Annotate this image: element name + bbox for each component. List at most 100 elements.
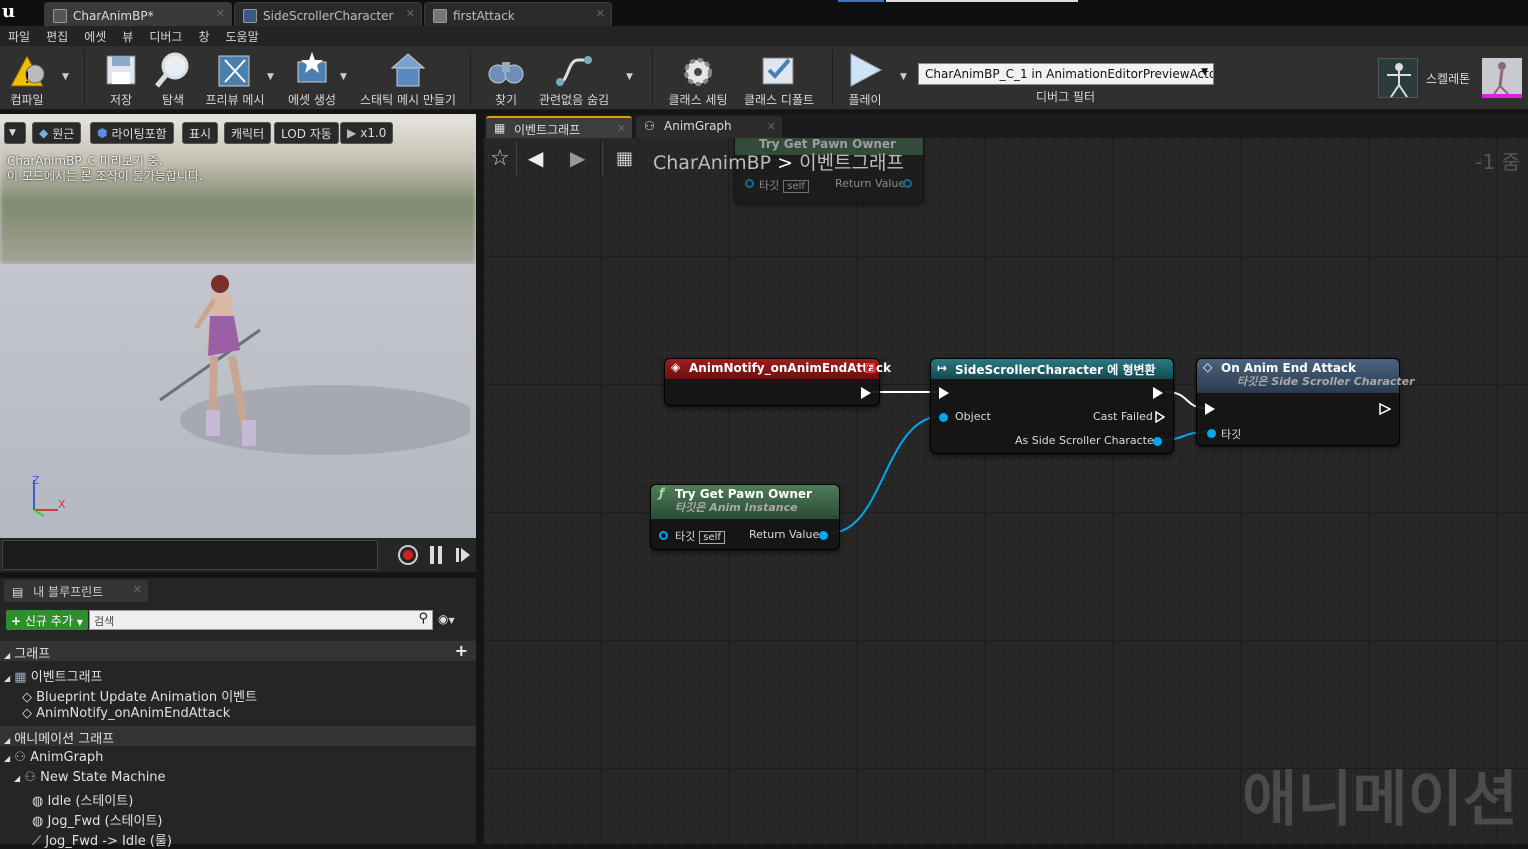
object-pin-label: Object (955, 410, 991, 423)
toolbar-separator (470, 50, 471, 106)
create-asset-arrow-icon[interactable]: ▼ (340, 72, 347, 82)
tab-anim-graph[interactable]: ⚇ AnimGraph ✕ (636, 116, 782, 138)
create-asset-label: 에셋 생성 (288, 93, 336, 107)
collapse-arrow-icon: ◢ (4, 736, 11, 745)
return-value-pin[interactable] (819, 531, 828, 540)
menu-asset[interactable]: 에셋 (76, 26, 114, 46)
class-defaults-label: 클래스 디폴트 (743, 93, 815, 107)
exec-out-pin[interactable] (1153, 387, 1163, 399)
anim-notify-event-node[interactable]: ◈ AnimNotify_onAnimEndAttack (664, 358, 891, 406)
try-get-pawn-owner-node[interactable]: ƒ Try Get Pawn Owner 타깃은 Anim Instance 타… (650, 484, 840, 550)
cast-node-header: ↦ SideScrollerCharacter 에 형변환 (931, 359, 1173, 379)
step-forward-button[interactable] (456, 546, 470, 564)
tree-item-transition-rule[interactable]: ⟋ Jog_Fwd -> Idle (룰) (32, 830, 172, 849)
exec-in-pin[interactable] (1205, 403, 1215, 415)
close-icon[interactable]: ✕ (133, 583, 142, 596)
event-graph-canvas[interactable]: Try Get Pawn Owner 타깃 self Return Value ☆… (484, 138, 1528, 844)
exec-out-pin[interactable] (861, 387, 871, 399)
browse-button[interactable]: 탐색 (150, 48, 196, 108)
playback-speed-button[interactable]: ▶ x1.0 (340, 122, 394, 144)
blueprint-search-input[interactable]: 검색 ⚲ (89, 610, 433, 630)
menu-file[interactable]: 파일 (0, 26, 38, 46)
preview-mesh-arrow-icon[interactable]: ▼ (267, 72, 274, 82)
tab-event-graph[interactable]: ▦ 이벤트그래프 ✕ (486, 116, 632, 138)
mesh-mode-button[interactable] (1482, 58, 1522, 98)
make-static-mesh-button[interactable]: 스태틱 메시 만들기 (356, 48, 460, 108)
delegate-pin-icon[interactable] (865, 363, 875, 373)
lighting-button[interactable]: ⬢ 라이팅포함 (90, 122, 174, 144)
cast-to-character-node[interactable]: ↦ SideScrollerCharacter 에 형변환 Object Cas… (930, 358, 1174, 454)
character-button[interactable]: 캐릭터 (224, 122, 272, 144)
close-icon[interactable]: ✕ (406, 7, 415, 20)
tree-item-event-graph[interactable]: ◢ ▦ 이벤트그래프 (4, 666, 103, 685)
class-settings-button[interactable]: 클래스 세팅 (664, 48, 732, 108)
toolbar-separator (652, 50, 653, 106)
tab-label: firstAttack (453, 8, 515, 23)
self-target-pin[interactable] (659, 531, 668, 540)
play-button[interactable]: 플레이 (842, 48, 888, 108)
cast-failed-pin[interactable] (1155, 411, 1165, 423)
on-anim-end-attack-node[interactable]: ◇ On Anim End Attack 타깃은 Side Scroller C… (1196, 358, 1415, 446)
my-blueprint-tab-label: 내 블루프린트 (33, 585, 104, 599)
montage-icon (433, 8, 447, 23)
compile-options-arrow-icon[interactable]: ▼ (62, 72, 69, 82)
save-button[interactable]: 저장 (98, 48, 144, 108)
menu-help[interactable]: 도움말 (218, 26, 267, 46)
play-label: 플레이 (848, 93, 882, 107)
lod-button[interactable]: LOD 자동 (274, 122, 339, 144)
exec-in-pin[interactable] (939, 387, 949, 399)
menu-debug[interactable]: 디버그 (141, 26, 190, 46)
show-button[interactable]: 표시 (182, 122, 219, 144)
lod-label: LOD 자동 (281, 126, 332, 141)
add-graph-plus-icon[interactable]: + (455, 641, 468, 660)
as-character-output-pin[interactable] (1153, 437, 1162, 446)
find-button[interactable]: 찾기 (484, 48, 528, 108)
menu-edit[interactable]: 편집 (38, 26, 76, 46)
tree-item-state[interactable]: ◍ Idle (스테이트) (32, 790, 133, 809)
compile-button[interactable]: ! 컴파일 (4, 48, 50, 108)
transition-rule-label: Jog_Fwd -> Idle (룰) (45, 834, 172, 849)
preview-viewport[interactable]: ▼ ◆ 원근 ⬢ 라이팅포함 표시 캐릭터 LOD 자동 ▶ x1.0 Char… (0, 114, 476, 538)
visibility-options-button[interactable]: ◉▼ (438, 612, 455, 626)
magnifier-icon (153, 50, 193, 90)
skeleton-mode-button[interactable] (1378, 58, 1418, 98)
tab-sidescrollercharacter[interactable]: SideScrollerCharacter ✕ (234, 2, 422, 26)
class-defaults-button[interactable]: 클래스 디폴트 (740, 48, 818, 108)
graphs-section-header[interactable]: ◢ 그래프 + (0, 641, 476, 662)
debug-object-select[interactable]: CharAnimBP_C_1 in AnimationEditorPreview… (918, 63, 1214, 85)
state-machine-label: New State Machine (40, 770, 166, 785)
exec-out-pin[interactable] (1379, 403, 1391, 415)
target-input-pin[interactable] (1207, 429, 1216, 438)
event-node-header: ◈ AnimNotify_onAnimEndAttack (665, 359, 891, 379)
close-icon[interactable]: ✕ (596, 7, 605, 20)
tree-item-state-machine[interactable]: ◢ ⚇ New State Machine (14, 770, 166, 785)
play-options-arrow-icon[interactable]: ▼ (900, 72, 907, 82)
hide-unrelated-button[interactable]: 관련없음 숨김 (536, 48, 612, 108)
preview-mesh-button[interactable]: 프리뷰 메시 (204, 48, 266, 108)
show-label: 표시 (189, 126, 212, 141)
animation-timeline-track[interactable] (2, 540, 378, 570)
close-icon[interactable]: ✕ (617, 122, 626, 135)
tree-item-event[interactable]: ◇ AnimNotify_onAnimEndAttack (22, 706, 230, 721)
create-asset-button[interactable]: 에셋 생성 (284, 48, 340, 108)
my-blueprint-tab[interactable]: ▤ 내 블루프린트 ✕ (4, 580, 148, 602)
close-icon[interactable]: ✕ (216, 7, 225, 20)
tree-item-anim-graph[interactable]: ◢ ⚇ AnimGraph (4, 750, 103, 765)
close-icon[interactable]: ✕ (767, 120, 776, 133)
perspective-button[interactable]: ◆ 원근 (32, 122, 82, 144)
viewport-options-button[interactable]: ▼ (4, 122, 26, 144)
tree-item-event[interactable]: ◇ Blueprint Update Animation 이벤트 (22, 686, 257, 705)
menu-view[interactable]: 뷰 (114, 26, 141, 46)
tree-item-state[interactable]: ◍ Jog_Fwd (스테이트) (32, 810, 163, 829)
character-preview (159, 275, 470, 455)
pause-button[interactable] (430, 546, 442, 564)
add-new-button[interactable]: + 신규 추가 ▼ (6, 610, 88, 630)
tab-charanimbp[interactable]: CharAnimBP* ✕ (44, 2, 232, 26)
object-input-pin[interactable] (939, 413, 948, 422)
find-label: 찾기 (494, 93, 518, 107)
tab-firstattack[interactable]: firstAttack ✕ (424, 2, 612, 26)
record-button[interactable] (398, 545, 418, 565)
menu-window[interactable]: 창 (190, 26, 217, 46)
hide-unrelated-arrow-icon[interactable]: ▼ (626, 72, 633, 82)
anim-graphs-section-header[interactable]: ◢ 애니메이션 그래프 (0, 726, 476, 747)
